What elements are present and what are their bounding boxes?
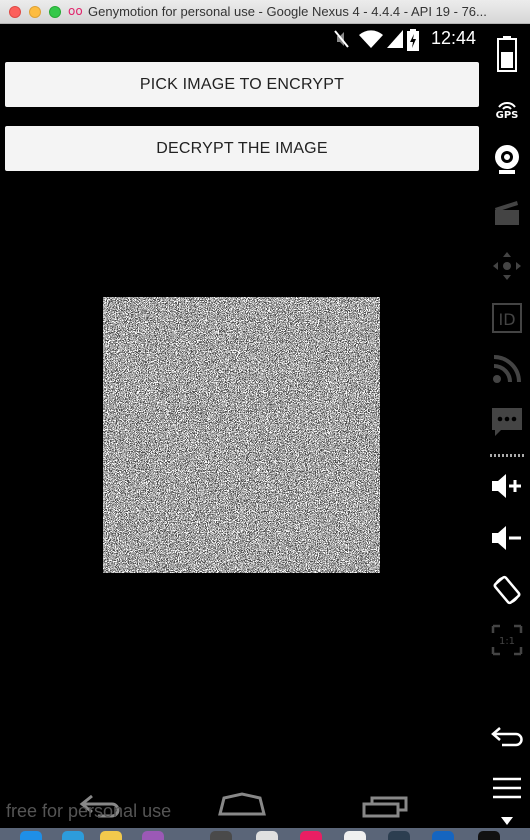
- maximize-window-button[interactable]: [49, 6, 61, 18]
- clapperboard-icon[interactable]: [484, 196, 530, 230]
- wifi-icon: [358, 29, 384, 53]
- cell-signal-icon: [386, 29, 404, 53]
- battery-widget-icon[interactable]: [484, 34, 530, 74]
- app-dock-icon[interactable]: [432, 831, 454, 840]
- encrypted-image-view: [103, 297, 380, 573]
- app-dock-icon[interactable]: [388, 831, 410, 840]
- macos-dock: [0, 828, 530, 840]
- network-icon[interactable]: [484, 352, 530, 386]
- app-dock-icon[interactable]: [344, 831, 366, 840]
- minimize-window-button[interactable]: [29, 6, 41, 18]
- id-label: ID: [498, 310, 515, 329]
- app-dock-icon[interactable]: [142, 831, 164, 840]
- genymotion-app-icon: oo: [68, 4, 83, 18]
- battery-icon: [407, 29, 419, 55]
- sms-icon[interactable]: [484, 404, 530, 440]
- status-time: 12:44: [430, 28, 476, 48]
- toolbar-separator: [490, 454, 524, 457]
- gps-label: GPS: [495, 109, 519, 121]
- scroll-down-icon[interactable]: [484, 814, 530, 828]
- safari-dock-icon[interactable]: [62, 831, 84, 840]
- pick-image-to-encrypt-button[interactable]: PICK IMAGE TO ENCRYPT: [5, 62, 479, 107]
- decrypt-image-button[interactable]: DECRYPT THE IMAGE: [5, 126, 479, 171]
- volume-up-icon[interactable]: [484, 468, 530, 504]
- id-icon[interactable]: ID: [484, 300, 530, 336]
- app-dock-icon[interactable]: [300, 831, 322, 840]
- home-icon[interactable]: [218, 792, 266, 822]
- dpad-icon[interactable]: [484, 248, 530, 284]
- back-icon[interactable]: [484, 722, 530, 752]
- status-bar: 12:44: [0, 24, 484, 54]
- noise-pixels: [103, 297, 380, 573]
- rotate-icon[interactable]: [484, 572, 530, 608]
- mute-icon: [334, 29, 350, 53]
- app-dock-icon[interactable]: [210, 831, 232, 840]
- gps-icon[interactable]: GPS: [484, 92, 530, 126]
- pixel-perfect-icon[interactable]: 1:1: [484, 622, 530, 658]
- app-dock-icon[interactable]: [478, 831, 500, 840]
- finder-dock-icon[interactable]: [20, 831, 42, 840]
- recents-icon[interactable]: [362, 792, 410, 822]
- ratio-label: 1:1: [499, 636, 515, 647]
- menu-icon[interactable]: [484, 772, 530, 806]
- genymotion-toolbar: GPS ID 1:1: [484, 24, 530, 840]
- window-title: Genymotion for personal use - Google Nex…: [88, 4, 487, 19]
- device-screen: 12:44 PICK IMAGE TO ENCRYPT DECRYPT THE …: [0, 24, 484, 840]
- close-window-button[interactable]: [9, 6, 21, 18]
- watermark-text: free for personal use: [6, 801, 172, 821]
- volume-down-icon[interactable]: [484, 520, 530, 556]
- notes-dock-icon[interactable]: [100, 831, 122, 840]
- window-titlebar: oo Genymotion for personal use - Google …: [0, 0, 530, 24]
- webcam-icon[interactable]: [484, 142, 530, 178]
- app-dock-icon[interactable]: [256, 831, 278, 840]
